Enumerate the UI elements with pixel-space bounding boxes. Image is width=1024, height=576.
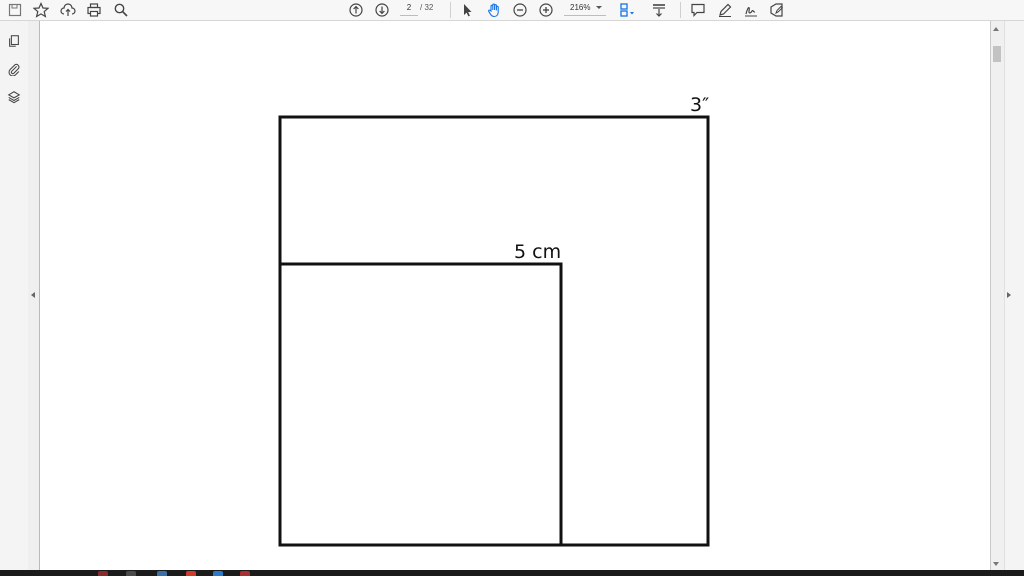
squares-figure: 3″ 5 cm [278, 94, 710, 547]
page-layout-icon[interactable] [617, 0, 637, 20]
os-taskbar [0, 570, 1024, 576]
large-square-label: 3″ [690, 94, 709, 116]
scrollbar-thumb[interactable] [993, 46, 1001, 62]
taskbar-app-icon[interactable] [240, 571, 250, 576]
taskbar-app-icon[interactable] [157, 571, 167, 576]
taskbar-app-icon[interactable] [98, 571, 108, 576]
toolbar-separator [450, 2, 451, 18]
toolbar-separator [680, 2, 681, 18]
layers-icon[interactable] [5, 88, 23, 106]
comment-icon[interactable] [688, 0, 708, 20]
print-icon[interactable] [84, 0, 104, 20]
star-icon[interactable] [31, 0, 51, 20]
sign-icon[interactable] [741, 0, 761, 20]
scroll-up-arrow-icon[interactable] [993, 27, 999, 31]
attachment-icon[interactable] [5, 60, 23, 78]
pdf-viewer-window: 2 / 32 216% 3″ 5 cm [0, 0, 1024, 576]
save-icon[interactable] [5, 0, 25, 20]
taskbar-app-icon[interactable] [213, 571, 223, 576]
top-toolbar: 2 / 32 216% [0, 0, 1024, 21]
hand-tool-icon[interactable] [484, 0, 504, 20]
search-icon[interactable] [111, 0, 131, 20]
vertical-scrollbar[interactable] [990, 21, 1004, 570]
page-number-input[interactable]: 2 [400, 1, 418, 16]
chevron-down-icon [596, 6, 602, 9]
zoom-in-icon[interactable] [536, 0, 556, 20]
taskbar-app-icon[interactable] [126, 571, 136, 576]
scroll-mode-icon[interactable] [649, 0, 669, 20]
taskbar-app-icon[interactable] [186, 571, 196, 576]
document-page: 3″ 5 cm [40, 21, 990, 570]
zoom-level-value: 216% [570, 3, 591, 12]
select-cursor-icon[interactable] [457, 0, 477, 20]
chevron-left-icon[interactable] [31, 292, 35, 298]
small-square [280, 262, 563, 545]
scroll-down-arrow-icon[interactable] [993, 562, 999, 566]
page-up-icon[interactable] [346, 0, 366, 20]
page-total-label: / 32 [420, 3, 434, 12]
zoom-level-dropdown[interactable]: 216% [564, 1, 606, 16]
page-down-icon[interactable] [372, 0, 392, 20]
fill-sign-icon[interactable] [767, 0, 787, 20]
pages-thumbnail-icon[interactable] [5, 32, 23, 50]
chevron-right-icon[interactable] [1007, 292, 1011, 298]
large-square [278, 115, 710, 547]
left-navigation-rail [0, 21, 28, 570]
small-square-label: 5 cm [514, 241, 561, 263]
zoom-out-icon[interactable] [510, 0, 530, 20]
upload-cloud-icon[interactable] [58, 0, 78, 20]
highlight-pen-icon[interactable] [715, 0, 735, 20]
